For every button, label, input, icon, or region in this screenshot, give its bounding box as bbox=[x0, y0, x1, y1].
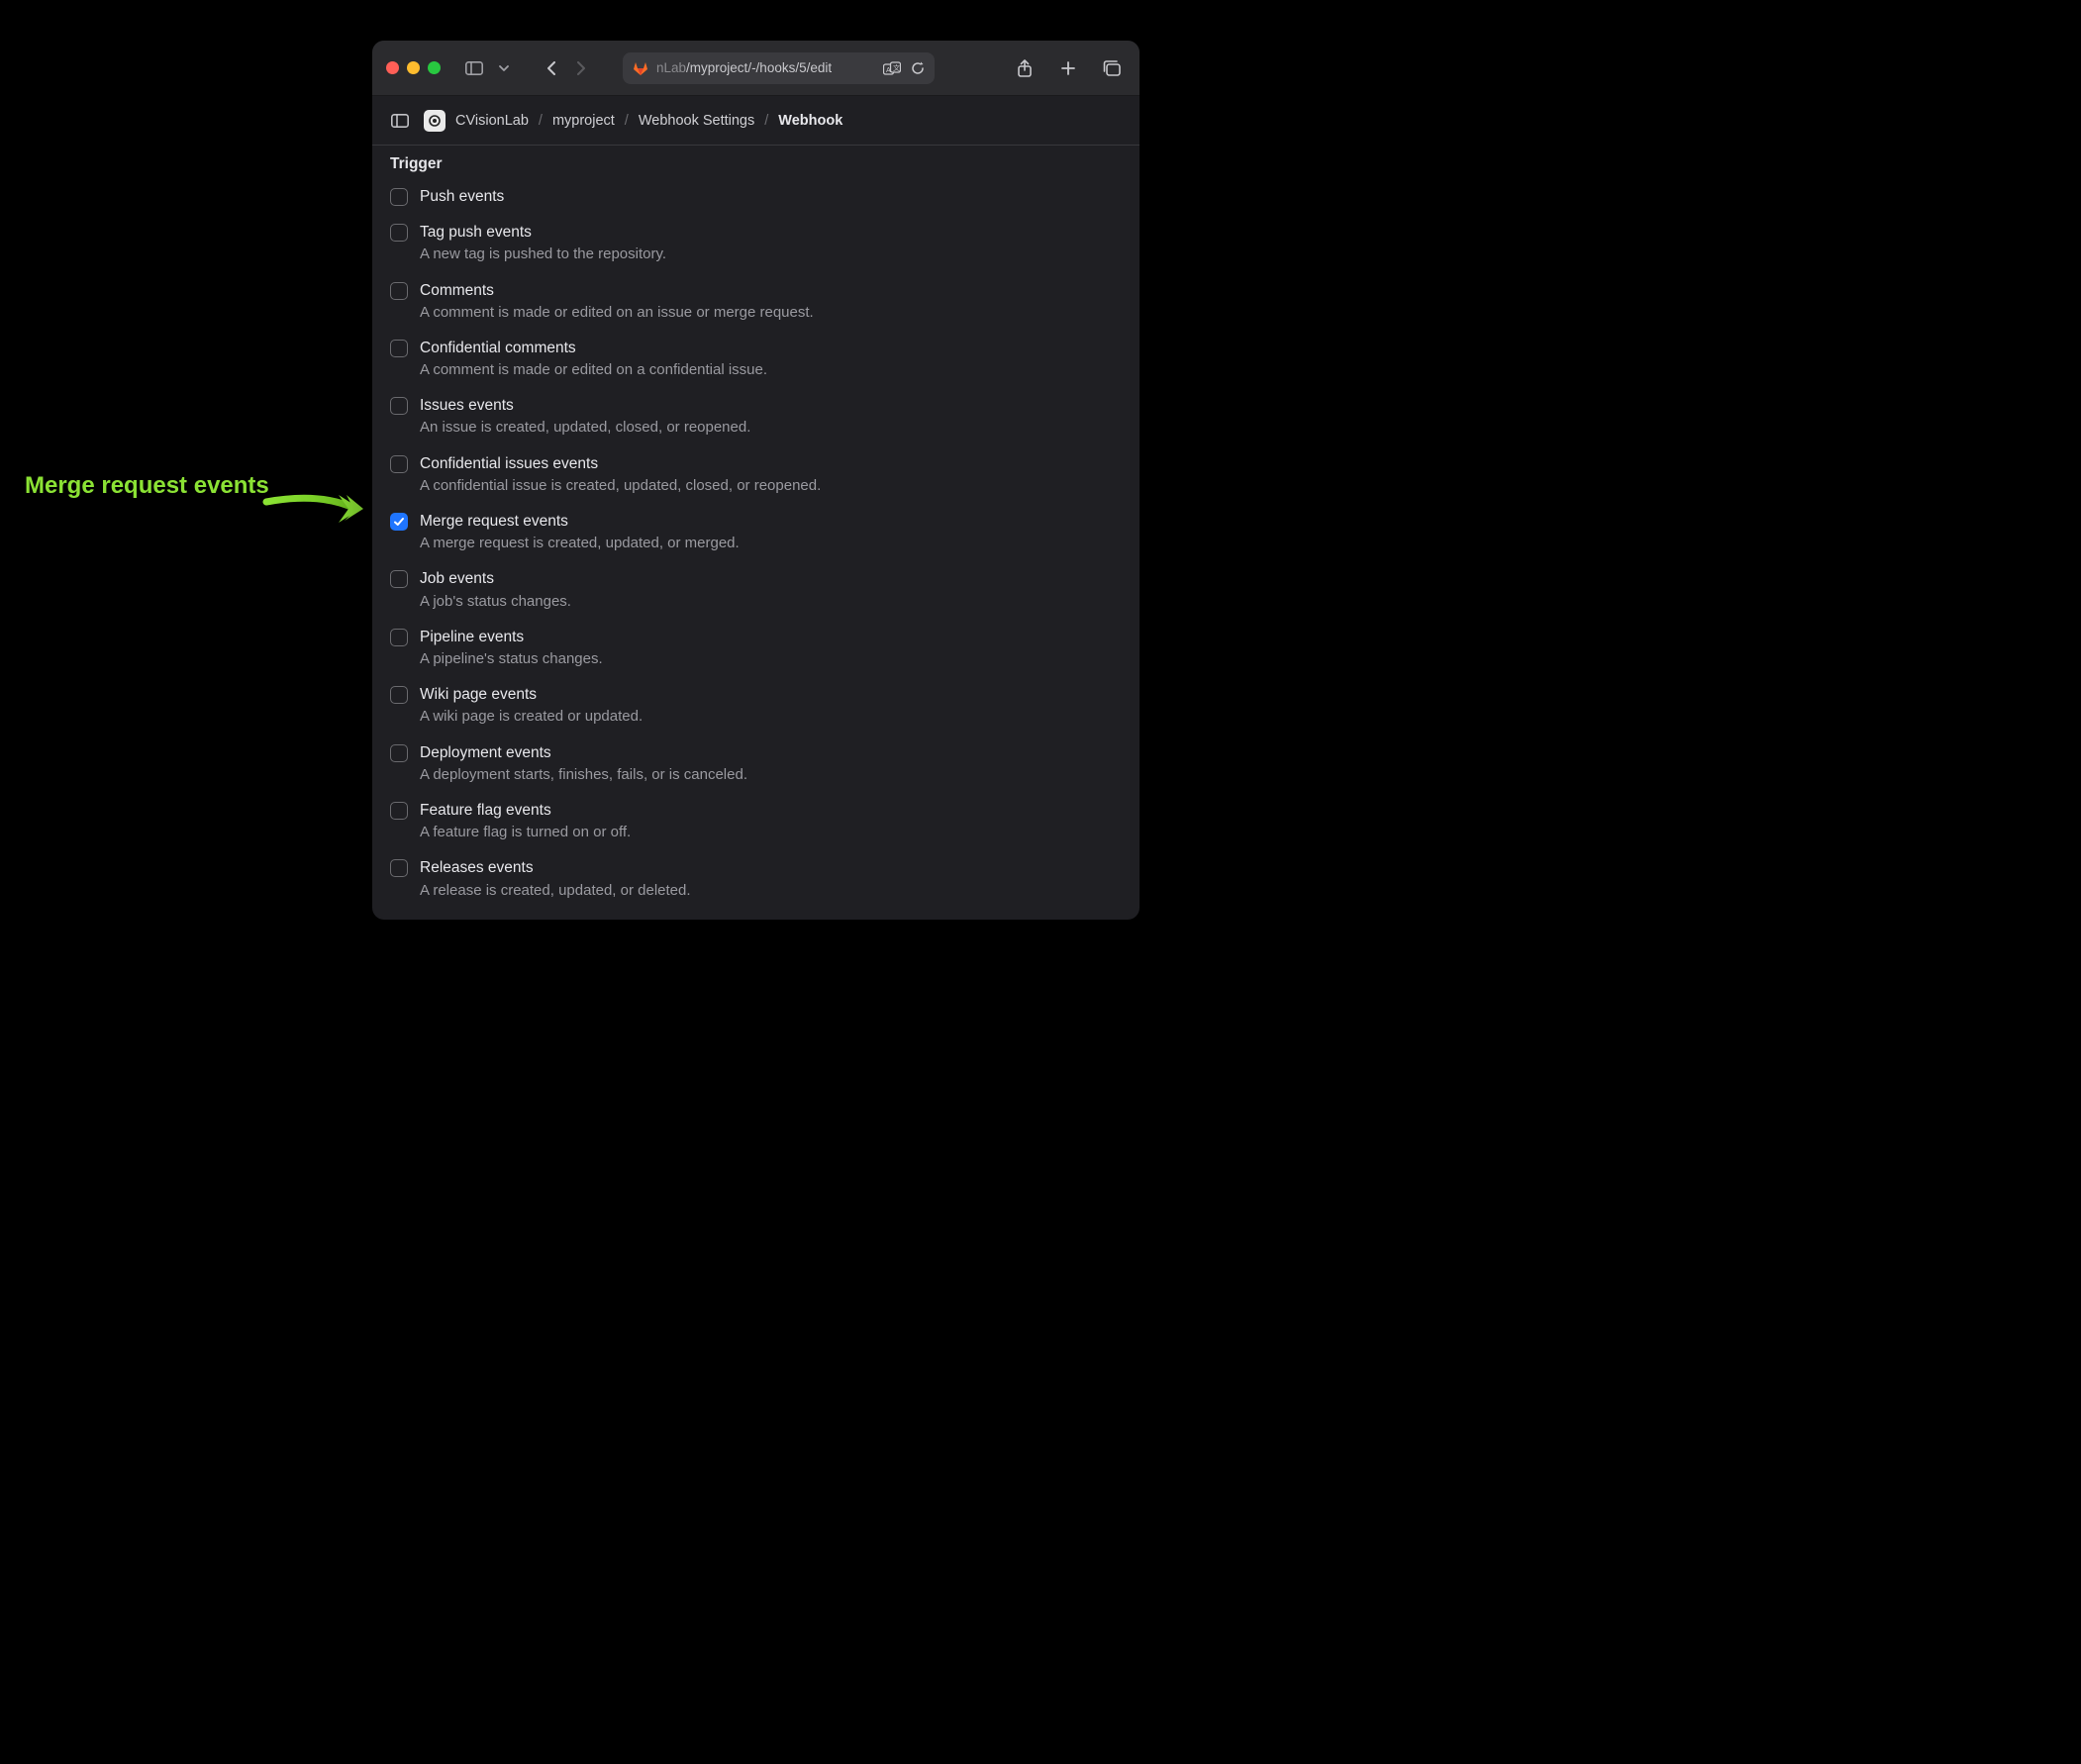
trigger-item-confidential-comments: Confidential comments A comment is made … bbox=[390, 333, 1122, 390]
trigger-label[interactable]: Deployment events bbox=[420, 743, 747, 763]
breadcrumb-item[interactable]: myproject bbox=[552, 113, 615, 129]
trigger-description: A release is created, updated, or delete… bbox=[420, 881, 691, 901]
trigger-label[interactable]: Issues events bbox=[420, 396, 750, 416]
trigger-item-pipeline-events: Pipeline events A pipeline's status chan… bbox=[390, 622, 1122, 679]
trigger-checkbox[interactable] bbox=[390, 802, 408, 820]
trigger-checkbox[interactable] bbox=[390, 188, 408, 206]
trigger-item-tag-push-events: Tag push events A new tag is pushed to t… bbox=[390, 217, 1122, 274]
trigger-description: A job's status changes. bbox=[420, 592, 571, 612]
maximize-window-button[interactable] bbox=[428, 61, 441, 74]
trigger-label[interactable]: Merge request events bbox=[420, 512, 740, 532]
trigger-checkbox[interactable] bbox=[390, 340, 408, 357]
project-avatar[interactable] bbox=[424, 110, 446, 132]
trigger-item-deployment-events: Deployment events A deployment starts, f… bbox=[390, 737, 1122, 795]
window-controls bbox=[386, 61, 441, 74]
trigger-item-wiki-page-events: Wiki page events A wiki page is created … bbox=[390, 679, 1122, 736]
minimize-window-button[interactable] bbox=[407, 61, 420, 74]
browser-window: nLab/myproject/-/hooks/5/edit A文 bbox=[372, 41, 1140, 920]
trigger-label[interactable]: Push events bbox=[420, 187, 504, 207]
trigger-label[interactable]: Confidential comments bbox=[420, 339, 767, 358]
trigger-checkbox[interactable] bbox=[390, 224, 408, 242]
trigger-checkbox[interactable] bbox=[390, 859, 408, 877]
trigger-checkbox[interactable] bbox=[390, 629, 408, 646]
trigger-description: A wiki page is created or updated. bbox=[420, 707, 643, 727]
trigger-description: A comment is made or edited on a confide… bbox=[420, 360, 767, 380]
trigger-label[interactable]: Pipeline events bbox=[420, 628, 603, 647]
trigger-description: A new tag is pushed to the repository. bbox=[420, 245, 666, 264]
trigger-item-comments: Comments A comment is made or edited on … bbox=[390, 275, 1122, 333]
breadcrumb-item[interactable]: Webhook Settings bbox=[639, 113, 754, 129]
forward-button[interactable] bbox=[567, 54, 595, 82]
titlebar: nLab/myproject/-/hooks/5/edit A文 bbox=[372, 41, 1140, 96]
content-header: CVisionLab / myproject / Webhook Setting… bbox=[372, 96, 1140, 146]
trigger-item-releases-events: Releases events A release is created, up… bbox=[390, 852, 1122, 910]
trigger-checkbox[interactable] bbox=[390, 513, 408, 531]
trigger-label[interactable]: Job events bbox=[420, 569, 571, 589]
trigger-item-feature-flag-events: Feature flag events A feature flag is tu… bbox=[390, 795, 1122, 852]
trigger-description: An issue is created, updated, closed, or… bbox=[420, 418, 750, 438]
tab-overview-button[interactable] bbox=[490, 54, 518, 82]
url-text: nLab/myproject/-/hooks/5/edit bbox=[656, 60, 832, 75]
breadcrumb-separator: / bbox=[539, 113, 543, 129]
trigger-item-job-events: Job events A job's status changes. bbox=[390, 563, 1122, 621]
gitlab-favicon-icon bbox=[633, 60, 648, 76]
trigger-item-push-events: Push events bbox=[390, 181, 1122, 217]
page-body: Trigger Push events Tag push events A ne… bbox=[372, 146, 1140, 920]
trigger-checkbox[interactable] bbox=[390, 686, 408, 704]
trigger-item-issues-events: Issues events An issue is created, updat… bbox=[390, 390, 1122, 447]
trigger-label[interactable]: Wiki page events bbox=[420, 685, 643, 705]
breadcrumbs: CVisionLab / myproject / Webhook Setting… bbox=[455, 113, 842, 129]
annotation-arrow-icon bbox=[261, 487, 380, 527]
sidebar-toggle-button[interactable] bbox=[460, 54, 488, 82]
breadcrumb-item[interactable]: CVisionLab bbox=[455, 113, 529, 129]
reload-button[interactable] bbox=[911, 61, 925, 75]
translate-icon[interactable]: A文 bbox=[883, 61, 901, 75]
trigger-checkbox[interactable] bbox=[390, 570, 408, 588]
breadcrumb-separator: / bbox=[764, 113, 768, 129]
trigger-label[interactable]: Comments bbox=[420, 281, 814, 301]
svg-text:文: 文 bbox=[893, 63, 900, 72]
trigger-label[interactable]: Feature flag events bbox=[420, 801, 631, 821]
breadcrumb-item-current: Webhook bbox=[778, 113, 842, 129]
annotation-label: Merge request events bbox=[25, 472, 269, 500]
trigger-checkbox[interactable] bbox=[390, 744, 408, 762]
page-sidebar-toggle[interactable] bbox=[386, 107, 414, 135]
address-bar[interactable]: nLab/myproject/-/hooks/5/edit A文 bbox=[623, 52, 935, 84]
share-button[interactable] bbox=[1011, 54, 1039, 82]
trigger-description: A merge request is created, updated, or … bbox=[420, 534, 740, 553]
trigger-item-confidential-issues-events: Confidential issues events A confidentia… bbox=[390, 448, 1122, 506]
back-button[interactable] bbox=[538, 54, 565, 82]
close-window-button[interactable] bbox=[386, 61, 399, 74]
trigger-label[interactable]: Tag push events bbox=[420, 223, 666, 243]
trigger-description: A comment is made or edited on an issue … bbox=[420, 303, 814, 323]
trigger-description: A feature flag is turned on or off. bbox=[420, 823, 631, 842]
trigger-label[interactable]: Releases events bbox=[420, 858, 691, 878]
svg-text:A: A bbox=[886, 67, 891, 74]
section-title: Trigger bbox=[390, 155, 1122, 173]
new-tab-button[interactable] bbox=[1054, 54, 1082, 82]
trigger-checkbox[interactable] bbox=[390, 282, 408, 300]
trigger-checkbox[interactable] bbox=[390, 397, 408, 415]
tab-list-button[interactable] bbox=[1098, 54, 1126, 82]
trigger-checkbox[interactable] bbox=[390, 455, 408, 473]
trigger-description: A pipeline's status changes. bbox=[420, 649, 603, 669]
trigger-description: A deployment starts, finishes, fails, or… bbox=[420, 765, 747, 785]
trigger-label[interactable]: Confidential issues events bbox=[420, 454, 821, 474]
trigger-description: A confidential issue is created, updated… bbox=[420, 476, 821, 496]
breadcrumb-separator: / bbox=[625, 113, 629, 129]
trigger-item-merge-request-events: Merge request events A merge request is … bbox=[390, 506, 1122, 563]
